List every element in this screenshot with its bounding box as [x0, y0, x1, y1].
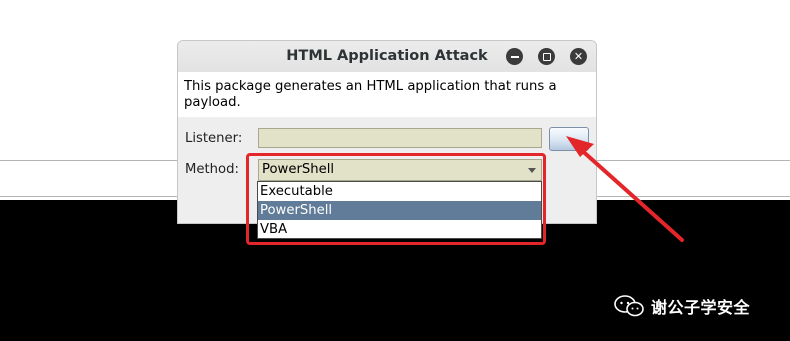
dialog-description: This package generates an HTML applicati… — [184, 79, 557, 110]
maximize-button[interactable] — [538, 48, 555, 65]
method-selected-value: PowerShell — [262, 162, 335, 177]
watermark-text: 谢公子学安全 — [651, 298, 751, 317]
listener-field[interactable] — [258, 128, 542, 148]
close-button[interactable]: ✕ — [570, 48, 587, 65]
minimize-button[interactable] — [506, 48, 523, 65]
method-select[interactable]: PowerShell — [258, 159, 542, 181]
wechat-icon — [614, 295, 644, 317]
chevron-down-icon — [528, 168, 536, 173]
minimize-icon — [510, 55, 519, 58]
method-option-executable[interactable]: Executable — [258, 182, 541, 201]
dialog-title: HTML Application Attack — [286, 48, 488, 64]
listener-label: Listener: — [185, 131, 243, 146]
method-option-powershell[interactable]: PowerShell — [258, 201, 541, 220]
maximize-icon — [542, 52, 551, 61]
listener-select-button[interactable] — [549, 127, 589, 151]
method-option-vba[interactable]: VBA — [258, 220, 541, 239]
method-dropdown-list: Executable PowerShell VBA — [257, 181, 542, 239]
dialog-titlebar[interactable]: HTML Application Attack ✕ — [178, 41, 596, 72]
method-label: Method: — [185, 162, 239, 177]
close-icon: ✕ — [573, 50, 584, 63]
watermark: 谢公子学安全 — [614, 294, 750, 318]
